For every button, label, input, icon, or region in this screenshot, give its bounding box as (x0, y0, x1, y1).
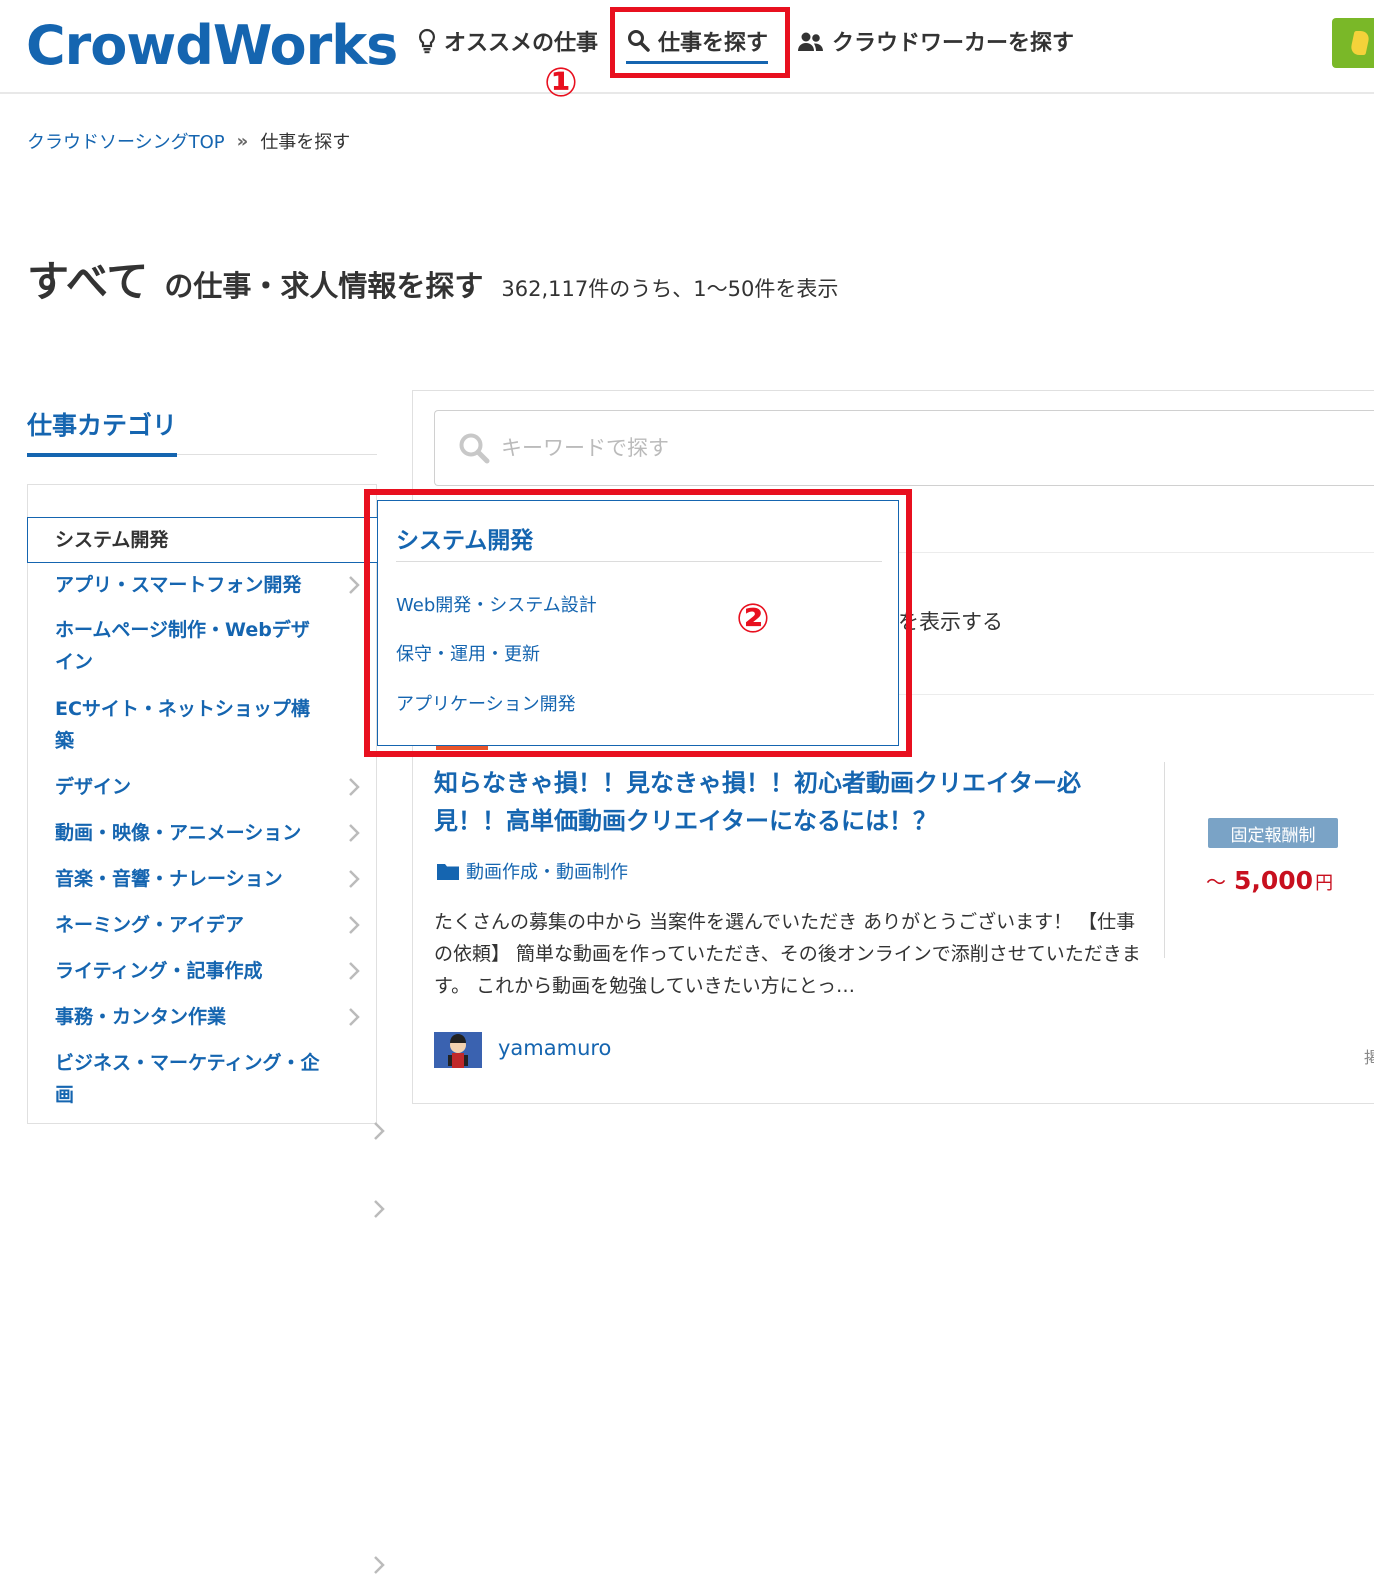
folder-icon (437, 864, 459, 880)
category-item-label: 音楽・音響・ナレーション (55, 868, 283, 890)
category-item-label: システム開発 (55, 529, 169, 551)
keyword-search-box[interactable] (434, 410, 1374, 486)
chevron-right-icon (349, 824, 360, 842)
category-item-music[interactable]: 音楽・音響・ナレーション (28, 863, 376, 895)
chevron-right-icon (374, 1556, 385, 1574)
breadcrumb-top-link[interactable]: クラウドソーシングTOP (27, 128, 225, 154)
result-count: 362,117件のうち、1～50件を表示 (501, 277, 839, 301)
price-amount: 5,000 (1234, 866, 1314, 895)
nav-recommend-jobs[interactable]: オススメの仕事 (416, 24, 598, 58)
keyword-search-input[interactable] (499, 435, 1103, 461)
category-item-label: ECサイト・ネットショップ構築 (55, 698, 310, 752)
job-card-divider (1164, 762, 1165, 958)
category-heading-accent (27, 453, 177, 457)
avatar-figure-icon (434, 1032, 482, 1068)
page-title-scope: すべて (27, 257, 149, 306)
category-heading: 仕事カテゴリ (27, 411, 178, 440)
category-item-label: 動画・映像・アニメーション (55, 822, 302, 844)
chevron-right-icon (349, 916, 360, 934)
category-item-label: アプリ・スマートフォン開発 (55, 574, 302, 596)
partially-hidden-text: を表示する (898, 610, 1003, 634)
chevron-right-icon (374, 1200, 385, 1218)
annotation-number-2: ② (736, 596, 770, 642)
category-item-design[interactable]: デザイン (28, 771, 376, 803)
annotation-number-1: ① (544, 60, 578, 106)
client-name-link[interactable]: yamamuro (498, 1036, 611, 1060)
chevron-right-icon (349, 870, 360, 888)
category-item-label: デザイン (55, 776, 132, 798)
category-item-label: ビジネス・マーケティング・企画 (55, 1052, 320, 1106)
category-item-writing[interactable]: ライティング・記事作成 (28, 955, 376, 987)
category-item-label: ライティング・記事作成 (55, 960, 263, 982)
crowdworks-logo[interactable]: CrowdWorks (26, 14, 398, 77)
chevron-right-icon (349, 778, 360, 796)
highlight-box-flyout (364, 489, 912, 757)
nav-find-worker[interactable]: クラウドワーカーを探す (796, 24, 1074, 58)
pay-type-badge: 固定報酬制 (1208, 818, 1338, 848)
page-title: すべて の仕事・求人情報を探す 362,117件のうち、1～50件を表示 (27, 248, 838, 309)
nav-find-worker-label: クラウドワーカーを探す (832, 31, 1075, 56)
chevron-right-icon (374, 1122, 385, 1140)
beginner-leaf-icon (1349, 31, 1371, 55)
job-price: ～ 5,000 円 (1206, 866, 1333, 895)
category-item-business[interactable]: ビジネス・マーケティング・企画 (28, 1047, 328, 1111)
beginner-badge-button[interactable] (1332, 18, 1374, 68)
price-prefix: ～ (1206, 870, 1226, 894)
nav-recommend-label: オススメの仕事 (444, 31, 599, 56)
job-title-link[interactable]: 知らなきゃ損！！見なきゃ損！！初心者動画クリエイター必見！！高単価動画クリエイタ… (434, 764, 1134, 840)
page-title-text: の仕事・求人情報を探す (164, 269, 484, 303)
category-item-office-work[interactable]: 事務・カンタン作業 (28, 1001, 376, 1033)
chevron-right-icon (349, 962, 360, 980)
client-avatar[interactable] (434, 1032, 482, 1068)
category-item-ec-site[interactable]: ECサイト・ネットショップ構築 (28, 693, 328, 757)
category-item-label: ネーミング・アイデア (55, 914, 245, 936)
edge-clipped-text: 掲 (1364, 1048, 1374, 1067)
chevron-right-icon (349, 576, 360, 594)
category-item-system-dev[interactable]: システム開発 (27, 517, 377, 563)
search-icon (459, 433, 490, 464)
people-icon (798, 32, 823, 51)
breadcrumb: クラウドソーシングTOP » 仕事を探す (27, 128, 350, 154)
job-category[interactable]: 動画作成・動画制作 (436, 858, 628, 884)
job-description: たくさんの募集の中から 当案件を選んでいただき ありがとうございます！ 【仕事の… (434, 911, 1141, 997)
price-unit: 円 (1315, 873, 1334, 894)
category-item-naming[interactable]: ネーミング・アイデア (28, 909, 376, 941)
chevron-right-icon (349, 1008, 360, 1026)
job-category-label: 動画作成・動画制作 (466, 862, 628, 883)
highlight-box-find-job (610, 7, 790, 78)
category-item-web-design[interactable]: ホームページ制作・Webデザイン (28, 614, 328, 678)
category-item-label: 事務・カンタン作業 (55, 1006, 227, 1028)
breadcrumb-current: 仕事を探す (260, 132, 351, 153)
category-item-label: ホームページ制作・Webデザイン (55, 619, 310, 673)
category-list: システム開発 アプリ・スマートフォン開発 ホームページ制作・Webデザイン EC… (27, 484, 385, 1574)
lightbulb-icon (418, 28, 436, 54)
breadcrumb-separator: » (236, 130, 249, 152)
category-item-video[interactable]: 動画・映像・アニメーション (28, 817, 376, 849)
category-item-app-smartphone[interactable]: アプリ・スマートフォン開発 (28, 569, 376, 601)
